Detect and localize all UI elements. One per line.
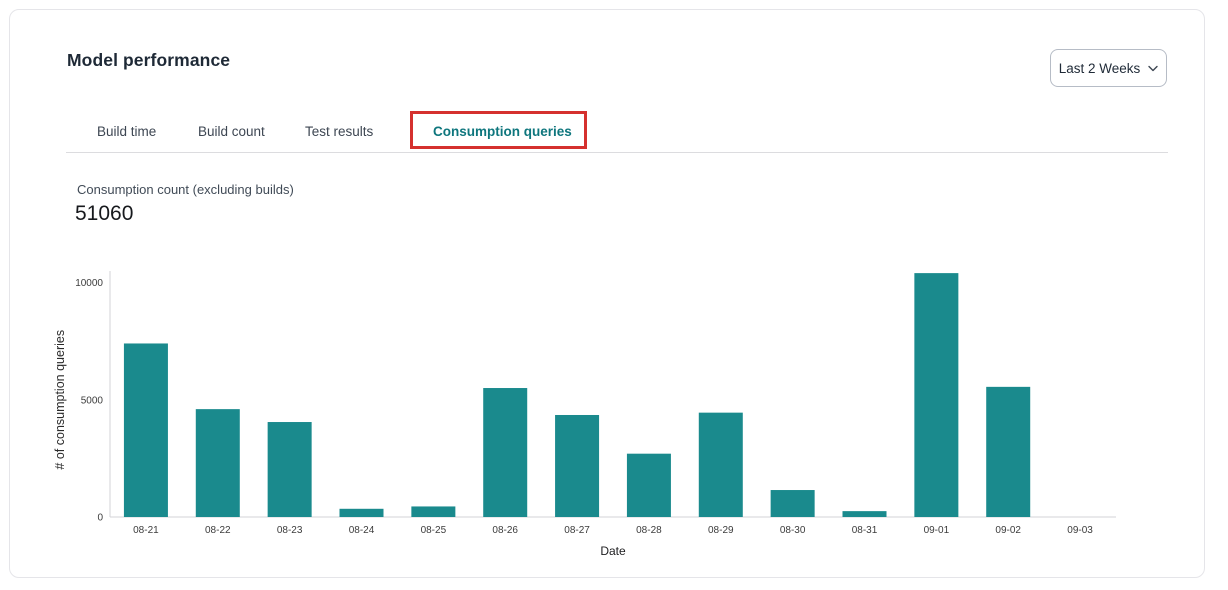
model-performance-card: Model performance Last 2 Weeks Build tim… bbox=[9, 9, 1205, 578]
tabs-divider bbox=[66, 152, 1168, 153]
x-tick-label: 08-21 bbox=[133, 525, 159, 536]
bar-08-25[interactable] bbox=[411, 506, 455, 517]
bar-09-01[interactable] bbox=[914, 273, 958, 517]
x-tick-label: 08-27 bbox=[564, 525, 590, 536]
y-tick-label: 10000 bbox=[75, 278, 103, 289]
x-tick-label: 08-28 bbox=[636, 525, 662, 536]
x-tick-label: 08-25 bbox=[421, 525, 447, 536]
x-tick-label: 08-30 bbox=[780, 525, 806, 536]
date-range-dropdown[interactable]: Last 2 Weeks bbox=[1050, 49, 1167, 87]
y-axis-title: # of consumption queries bbox=[53, 330, 67, 470]
bar-09-02[interactable] bbox=[986, 387, 1030, 517]
bar-08-26[interactable] bbox=[483, 388, 527, 517]
bar-08-23[interactable] bbox=[268, 422, 312, 517]
date-range-value: Last 2 Weeks bbox=[1059, 61, 1141, 76]
bar-08-28[interactable] bbox=[627, 454, 671, 517]
bar-08-24[interactable] bbox=[340, 509, 384, 517]
x-tick-label: 09-02 bbox=[995, 525, 1021, 536]
consumption-chart-container: 0 5000 10000 # of consumption queries 08-21 0… bbox=[50, 263, 1180, 568]
bar-08-21[interactable] bbox=[124, 343, 168, 517]
x-tick-label: 08-31 bbox=[852, 525, 878, 536]
metric-value: 51060 bbox=[75, 202, 133, 226]
tab-build-count[interactable]: Build count bbox=[198, 124, 265, 139]
bar-08-27[interactable] bbox=[555, 415, 599, 517]
x-tick-label: 08-22 bbox=[205, 525, 231, 536]
bar-08-30[interactable] bbox=[771, 490, 815, 517]
bar-chart: 0 5000 10000 # of consumption queries 08-21 0… bbox=[50, 263, 1180, 568]
bar-08-29[interactable] bbox=[699, 413, 743, 517]
tab-build-time[interactable]: Build time bbox=[97, 124, 156, 139]
bar-08-22[interactable] bbox=[196, 409, 240, 517]
model-performance-page: Model performance Last 2 Weeks Build tim… bbox=[0, 0, 1228, 590]
x-tick-label: 09-01 bbox=[924, 525, 950, 536]
y-tick-label: 0 bbox=[97, 513, 103, 524]
x-tick-label: 08-29 bbox=[708, 525, 734, 536]
metric-label: Consumption count (excluding builds) bbox=[77, 182, 294, 197]
x-tick-label: 08-23 bbox=[277, 525, 303, 536]
chevron-down-icon bbox=[1148, 65, 1158, 72]
x-axis-title: Date bbox=[600, 544, 626, 558]
x-tick-label: 09-03 bbox=[1067, 525, 1093, 536]
bar-08-31[interactable] bbox=[843, 511, 887, 517]
page-title: Model performance bbox=[67, 50, 230, 71]
y-tick-label: 5000 bbox=[81, 395, 104, 406]
x-tick-label: 08-26 bbox=[492, 525, 518, 536]
tab-test-results[interactable]: Test results bbox=[305, 124, 373, 139]
x-tick-label: 08-24 bbox=[349, 525, 375, 536]
tab-consumption-queries[interactable]: Consumption queries bbox=[433, 124, 572, 139]
